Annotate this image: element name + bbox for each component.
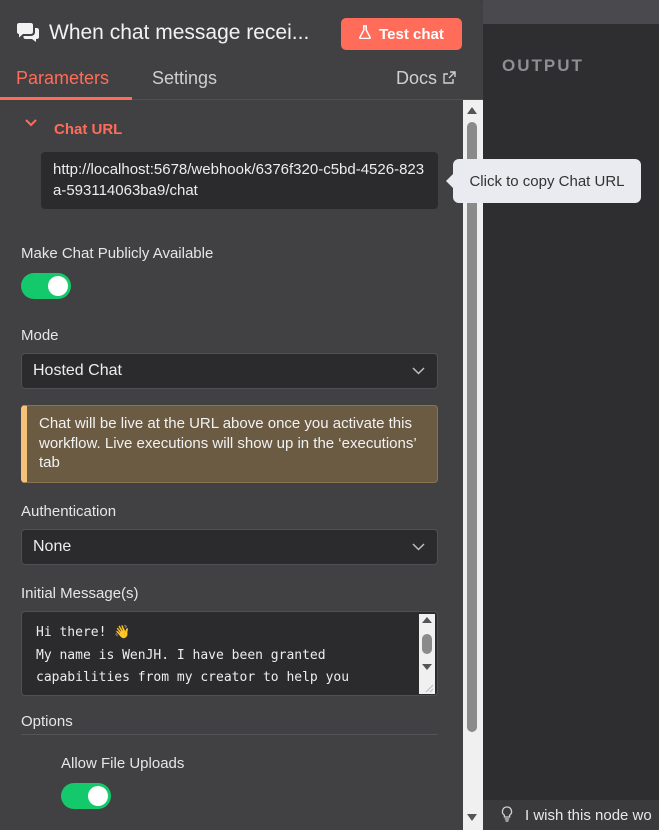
- mode-select[interactable]: Hosted Chat: [21, 353, 438, 389]
- options-divider: [21, 734, 438, 735]
- chat-url-label[interactable]: Chat URL: [54, 121, 122, 138]
- panel-tabs: Parameters Settings Docs: [0, 66, 483, 100]
- initial-messages-label: Initial Message(s): [21, 585, 139, 602]
- tab-settings[interactable]: Settings: [152, 68, 217, 89]
- node-title[interactable]: When chat message recei...: [49, 21, 309, 45]
- toggle-knob: [88, 786, 108, 806]
- feedback-hint[interactable]: I wish this node wo: [483, 800, 659, 830]
- panel-header: When chat message recei... Test chat: [0, 0, 483, 66]
- docs-label: Docs: [396, 68, 438, 88]
- chevron-down-icon[interactable]: [24, 118, 38, 128]
- copy-url-tooltip: Click to copy Chat URL: [446, 159, 641, 203]
- chevron-down-icon: [412, 543, 425, 551]
- mode-label: Mode: [21, 327, 59, 344]
- output-label: OUTPUT: [502, 56, 584, 75]
- top-bar: [483, 0, 659, 24]
- resize-handle-icon[interactable]: [424, 683, 434, 693]
- public-toggle[interactable]: [21, 273, 71, 299]
- external-link-icon: [443, 68, 456, 89]
- scrollbar-thumb[interactable]: [467, 122, 477, 732]
- message-line: capabilities from my creator to help you: [36, 670, 350, 685]
- public-label: Make Chat Publicly Available: [21, 245, 214, 262]
- panel-scrollbar[interactable]: [463, 100, 483, 830]
- chat-url-value[interactable]: http://localhost:5678/webhook/6376f320-c…: [41, 152, 438, 209]
- chevron-down-icon: [412, 367, 425, 375]
- docs-link[interactable]: Docs: [396, 68, 456, 89]
- test-chat-label: Test chat: [379, 25, 444, 43]
- flask-icon: [359, 25, 372, 43]
- authentication-label: Authentication: [21, 503, 117, 520]
- tab-parameters[interactable]: Parameters: [16, 68, 109, 89]
- initial-messages-textarea[interactable]: Hi there! 👋 My name is WenJH. I have been…: [21, 611, 438, 696]
- authentication-select-value: None: [33, 538, 72, 555]
- allow-file-uploads-toggle[interactable]: [61, 783, 111, 809]
- node-parameters-panel: When chat message recei... Test chat Par…: [0, 0, 483, 830]
- scroll-up-arrow-icon[interactable]: [466, 105, 478, 115]
- message-line: My name is WenJH. I have been granted: [36, 647, 326, 663]
- textarea-scrollbar[interactable]: [419, 614, 435, 694]
- lightbulb-icon: [501, 805, 513, 825]
- chat-bubbles-icon: [15, 22, 41, 44]
- authentication-select[interactable]: None: [21, 529, 438, 565]
- mode-select-value: Hosted Chat: [33, 362, 122, 379]
- test-chat-button[interactable]: Test chat: [341, 18, 462, 50]
- feedback-hint-text: I wish this node wo: [525, 806, 652, 824]
- toggle-knob: [48, 276, 68, 296]
- output-pane: OUTPUT I wish this node wo: [483, 0, 659, 830]
- activation-notice: Chat will be live at the URL above once …: [21, 405, 438, 483]
- active-tab-indicator: [0, 97, 132, 100]
- allow-file-uploads-label: Allow File Uploads: [61, 755, 185, 772]
- message-line: Hi there! 👋: [36, 625, 131, 640]
- options-label: Options: [21, 713, 73, 730]
- scroll-down-arrow-icon[interactable]: [466, 813, 478, 823]
